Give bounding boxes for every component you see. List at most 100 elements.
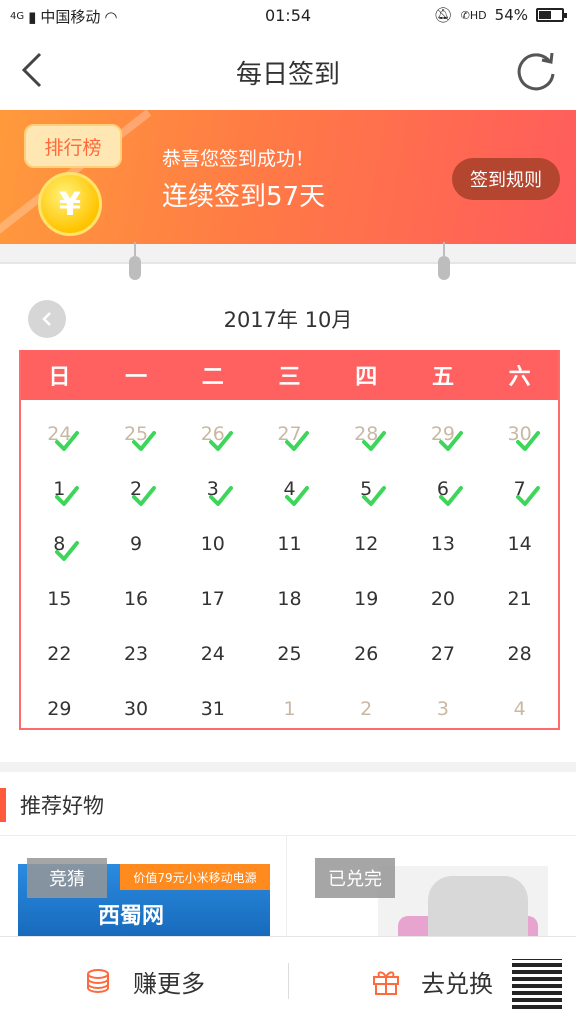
day-number: 4 <box>513 697 526 720</box>
calendar-day[interactable]: 9 <box>98 516 175 571</box>
calendar-day[interactable]: 10 <box>174 516 251 571</box>
day-number: 22 <box>47 642 72 665</box>
calendar-day[interactable]: 1 <box>251 681 328 736</box>
calendar-card: 2017年 10月 日一二三四五六 24 25 26 27 28 29 30 1 2 3 4 5 6 7 8… <box>0 242 576 762</box>
product-card[interactable]: 价值79元小米移动电源 西蜀网 竞猜 <box>0 836 287 936</box>
calendar-day[interactable]: 26 <box>174 406 251 461</box>
day-number: 14 <box>507 532 532 555</box>
calendar-day[interactable]: 4 <box>251 461 328 516</box>
calendar-day[interactable]: 3 <box>405 681 482 736</box>
checkmark-icon <box>285 430 310 451</box>
section-accent-bar <box>0 788 6 822</box>
checkmark-icon <box>55 430 80 451</box>
earn-more-button[interactable]: 赚更多 <box>0 937 288 1024</box>
calendar-day[interactable]: 27 <box>251 406 328 461</box>
weekday-label: 一 <box>125 365 148 390</box>
success-message: 恭喜您签到成功！ <box>162 148 315 170</box>
product-image-shape <box>428 876 528 936</box>
mute-bell-icon: 🔕︎ <box>433 6 453 24</box>
calendar-day[interactable]: 17 <box>174 571 251 626</box>
checkmark-icon <box>515 430 540 451</box>
status-right: 🔕︎ ✆HD 54% <box>433 6 567 24</box>
hd-label: HD <box>469 8 487 22</box>
day-number: 19 <box>354 587 379 610</box>
day-number: 2 <box>360 697 373 720</box>
day-number: 9 <box>130 532 143 555</box>
day-number: 28 <box>507 642 532 665</box>
weekday-label: 四 <box>355 365 378 390</box>
calendar-day[interactable]: 7 <box>481 461 558 516</box>
calendar-day[interactable]: 1 <box>21 461 98 516</box>
checkin-rules-label: 签到规则 <box>470 170 542 191</box>
day-number: 21 <box>507 587 532 610</box>
calendar-day[interactable]: 27 <box>405 626 482 681</box>
product-card[interactable]: 已兑完 <box>288 836 576 936</box>
calendar-day[interactable]: 2 <box>328 681 405 736</box>
calendar-day[interactable]: 31 <box>174 681 251 736</box>
leaderboard-button[interactable]: 排行榜 <box>24 124 122 168</box>
checkmark-icon <box>132 485 157 506</box>
day-number: 10 <box>200 532 225 555</box>
day-number: 17 <box>200 587 225 610</box>
calendar-day[interactable]: 25 <box>251 626 328 681</box>
day-number: 16 <box>123 587 149 610</box>
calendar-day[interactable]: 29 <box>21 681 98 736</box>
qr-code-icon <box>512 959 562 1009</box>
calendar-day[interactable]: 20 <box>405 571 482 626</box>
calendar-day[interactable]: 15 <box>21 571 98 626</box>
calendar-day[interactable]: 28 <box>328 406 405 461</box>
calendar-day[interactable]: 25 <box>98 406 175 461</box>
navigation-bar: 每日签到 <box>0 32 576 110</box>
calendar-day[interactable]: 19 <box>328 571 405 626</box>
recommend-header: 推荐好物 <box>0 772 576 836</box>
calendar-day[interactable]: 13 <box>405 516 482 571</box>
status-bar: 4G ▮ 中国移动 ◠ 01:54 🔕︎ ✆HD 54% <box>0 0 576 32</box>
calendar-day[interactable]: 5 <box>328 461 405 516</box>
hd-call-icon: ✆HD <box>460 8 487 22</box>
weekday-label: 三 <box>278 365 301 390</box>
calendar-day[interactable]: 29 <box>405 406 482 461</box>
page-title: 每日签到 <box>235 60 340 90</box>
coin-symbol: ¥ <box>58 185 82 223</box>
battery-fill <box>539 11 551 19</box>
day-number: 24 <box>200 642 225 665</box>
calendar-day[interactable]: 21 <box>481 571 558 626</box>
calendar-day[interactable]: 28 <box>481 626 558 681</box>
calendar-day[interactable]: 22 <box>21 626 98 681</box>
calendar-day[interactable]: 30 <box>481 406 558 461</box>
day-number: 1 <box>283 697 296 720</box>
weekday-label: 二 <box>201 365 224 390</box>
calendar-day[interactable]: 24 <box>21 406 98 461</box>
calendar-day[interactable]: 2 <box>98 461 175 516</box>
calendar-day[interactable]: 8 <box>21 516 98 571</box>
calendar-day[interactable]: 18 <box>251 571 328 626</box>
checkmark-icon <box>55 540 80 561</box>
calendar-day[interactable]: 26 <box>328 626 405 681</box>
calendar-day[interactable]: 24 <box>174 626 251 681</box>
calendar-day[interactable]: 30 <box>98 681 175 736</box>
coins-icon <box>87 969 109 994</box>
calendar-day[interactable]: 23 <box>98 626 175 681</box>
calendar-day[interactable]: 11 <box>251 516 328 571</box>
calendar-day[interactable]: 16 <box>98 571 175 626</box>
checkmark-icon <box>285 485 310 506</box>
weekday-label: 五 <box>431 365 454 390</box>
checkmark-icon <box>362 430 387 451</box>
calendar-day[interactable]: 4 <box>481 681 558 736</box>
day-number: 29 <box>47 697 72 720</box>
checkmark-icon <box>438 485 463 506</box>
calendar-day[interactable]: 12 <box>328 516 405 571</box>
day-number: 31 <box>200 697 225 720</box>
checkmark-icon <box>438 430 463 451</box>
refresh-icon[interactable] <box>514 48 558 92</box>
checkin-rules-button[interactable]: 签到规则 <box>452 158 560 200</box>
calendar-day[interactable]: 14 <box>481 516 558 571</box>
product-brand: 西蜀网 <box>98 904 165 929</box>
calendar-day[interactable]: 3 <box>174 461 251 516</box>
product-tag: 竞猜 <box>27 858 107 898</box>
leaderboard-label: 排行榜 <box>44 136 102 159</box>
calendar-day[interactable]: 6 <box>405 461 482 516</box>
coin-icon: ¥ <box>38 172 102 236</box>
day-number: 27 <box>430 642 456 665</box>
weekday-header: 日一二三四五六 <box>21 350 558 400</box>
